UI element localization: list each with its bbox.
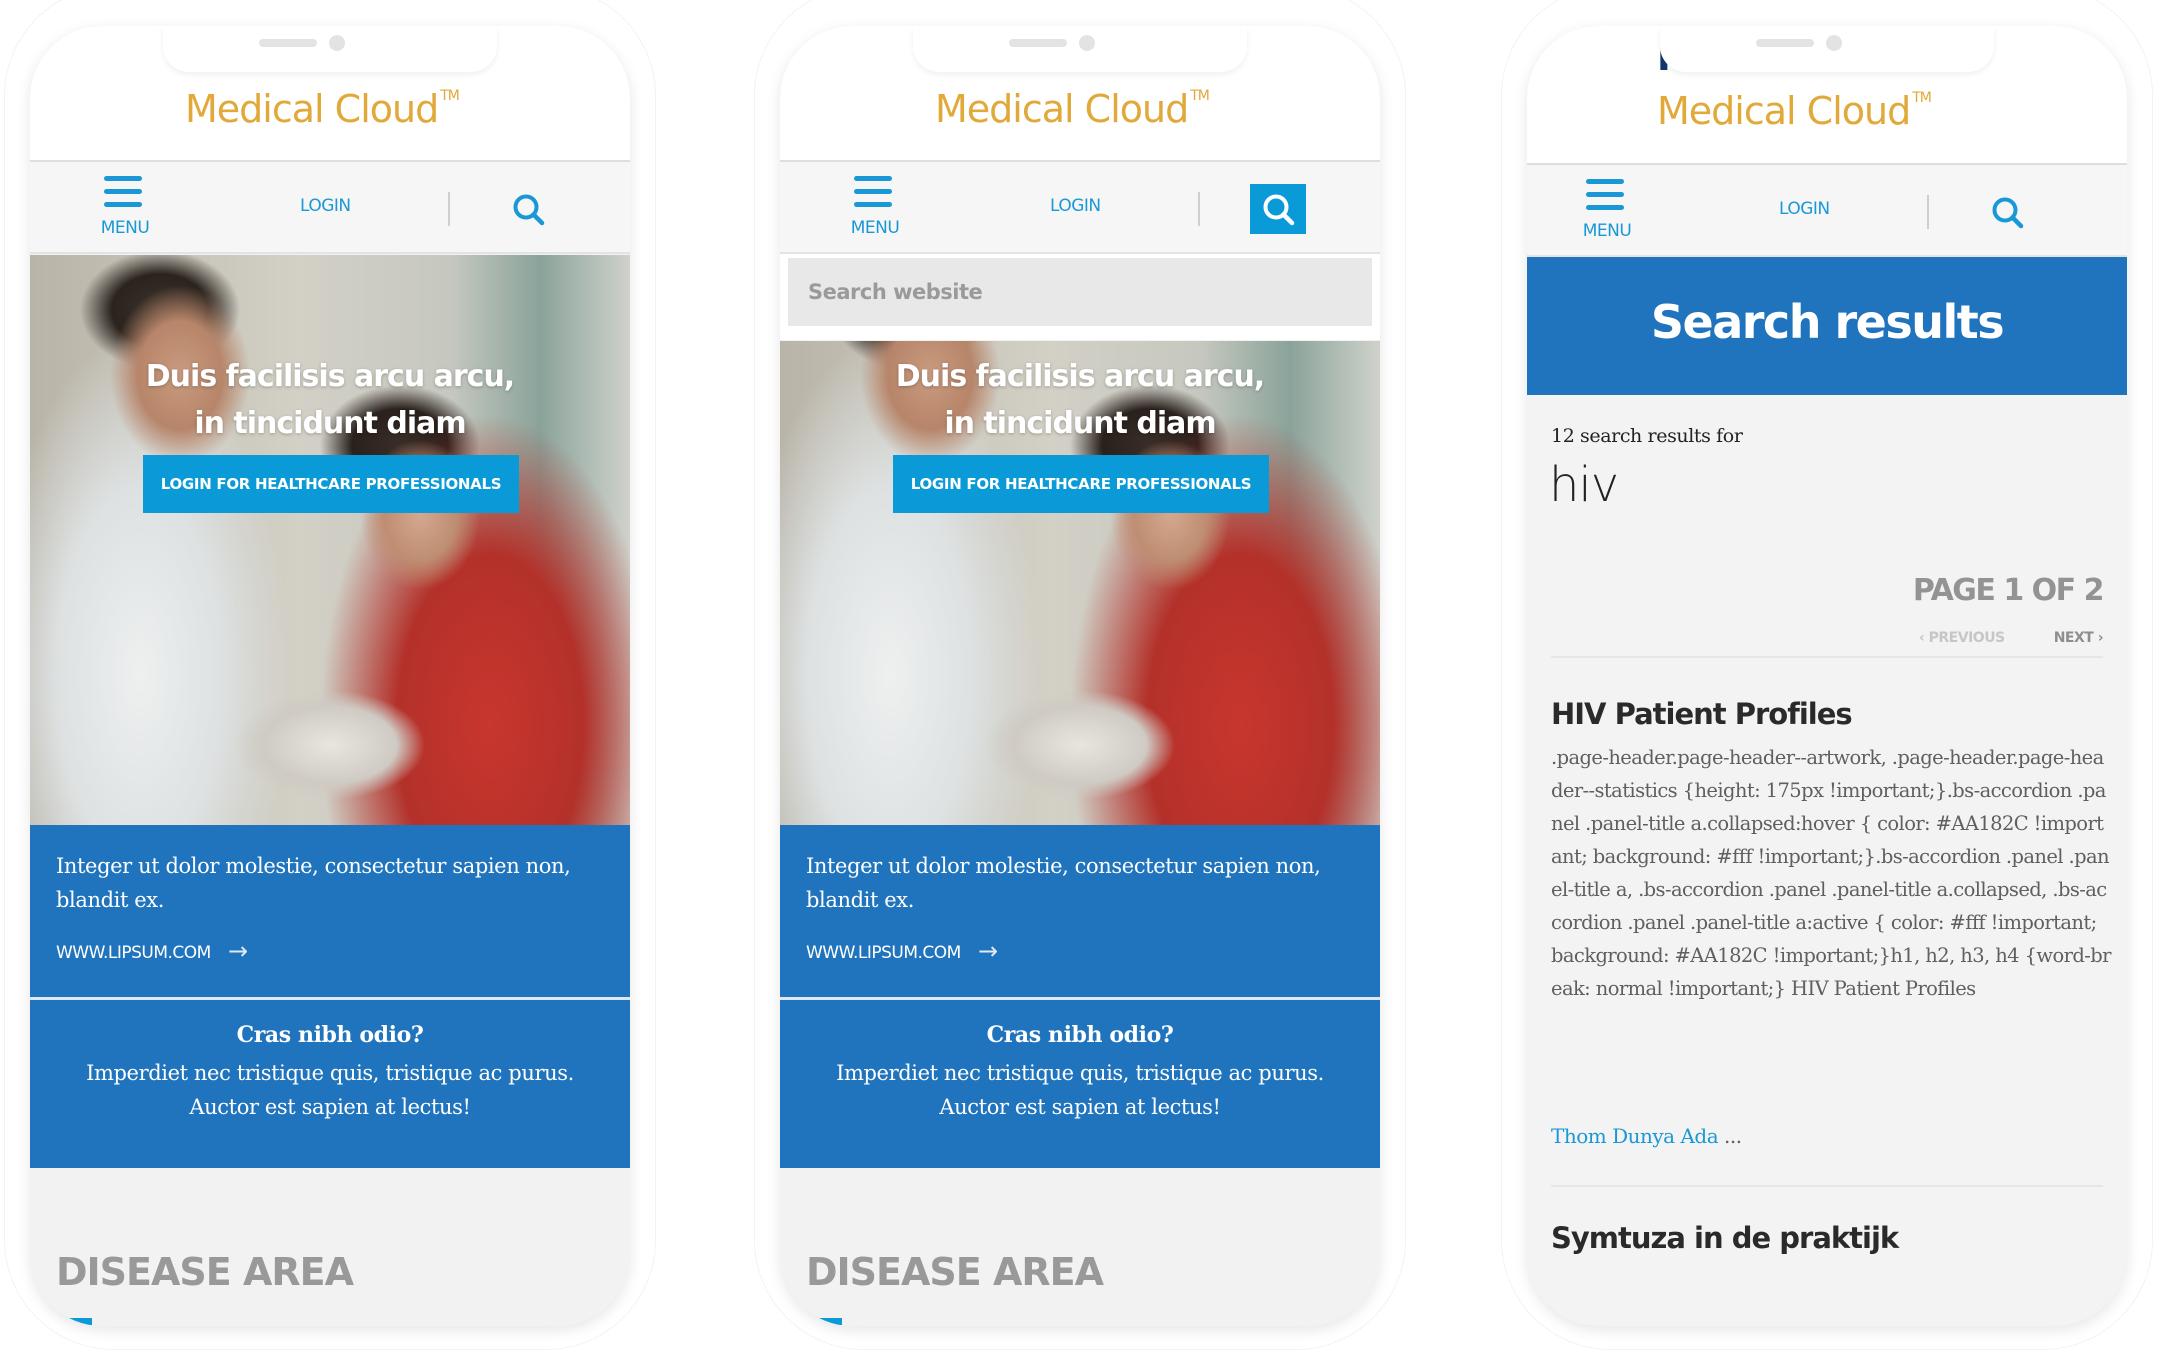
- disease-area-section: DISEASE AREA: [780, 1168, 1380, 1326]
- hero-banner: Duis facilisis arcu arcu, in tincidunt d…: [30, 255, 630, 825]
- logo-text: Medical Cloud: [1657, 89, 1911, 133]
- search-icon: [1263, 194, 1295, 226]
- front-camera: [1826, 35, 1842, 51]
- cta-block: Cras nibh odio? Imperdiet nec tristique …: [780, 1000, 1380, 1168]
- search-input[interactable]: [788, 258, 1372, 326]
- disease-area-title: DISEASE AREA: [56, 1250, 354, 1294]
- hero-photo-doctors: [30, 255, 630, 825]
- hamburger-icon: [104, 176, 142, 215]
- logo-medical-cloud: Medical Cloud TM: [1657, 76, 1932, 133]
- nav-bar: MENU LOGIN: [780, 162, 1380, 254]
- menu-label: MENU: [100, 218, 150, 238]
- phone-search-open: pharma Medical CloudTM MENU LOGIN Duis f…: [780, 26, 1380, 1326]
- hero-heading-line: in tincidunt diam: [944, 406, 1216, 441]
- menu-button[interactable]: MENU: [1572, 179, 1642, 245]
- speaker-grille: [1009, 39, 1067, 47]
- title-underline: [804, 1318, 842, 1325]
- result-title[interactable]: Symtuza in de praktijk: [1551, 1221, 1899, 1255]
- title-underline: [54, 1318, 92, 1325]
- promo-text: Integer ut dolor molestie, consectetur s…: [56, 854, 571, 912]
- next-page-link[interactable]: NEXT ›: [2054, 630, 2104, 646]
- result-author: Thom Dunya Ada ...: [1551, 1124, 1742, 1148]
- arrow-right-icon[interactable]: →: [228, 937, 248, 965]
- nav-bar: MENU LOGIN: [30, 162, 630, 254]
- promo-link[interactable]: WWW.LIPSUM.COM: [56, 943, 211, 963]
- trademark: TM: [1912, 90, 1932, 106]
- search-icon: [513, 194, 545, 226]
- logo-medical-cloud: Medical Cloud TM: [185, 74, 460, 131]
- results-count: 12 search results for: [1551, 425, 1743, 447]
- trademark: TM: [440, 88, 460, 104]
- logo-text: Medical Cloud: [935, 87, 1189, 131]
- cta-block: Cras nibh odio? Imperdiet nec tristique …: [30, 1000, 630, 1168]
- search-results-body: 12 search results for hiv PAGE 1 OF 2 ‹ …: [1527, 395, 2127, 1326]
- search-results-banner: Search results: [1527, 257, 2127, 395]
- menu-button[interactable]: MENU: [840, 176, 910, 242]
- previous-page-link[interactable]: ‹ PREVIOUS: [1919, 630, 2005, 646]
- result-title[interactable]: HIV Patient Profiles: [1551, 697, 1853, 731]
- phone-notch: [913, 26, 1247, 72]
- promo-block: Integer ut dolor molestie, consectetur s…: [30, 825, 630, 997]
- phone-search-results: pharma Medical CloudTM MENU LOGIN Search…: [1527, 26, 2127, 1326]
- phone-notch: [1660, 26, 1994, 72]
- search-button-active[interactable]: [1250, 184, 1306, 234]
- page-title: Search results: [1650, 295, 2005, 349]
- logo-text: Medical Cloud: [185, 87, 439, 131]
- hamburger-icon: [1586, 179, 1624, 218]
- disease-area-section: DISEASE AREA: [30, 1168, 630, 1326]
- page-indicator: PAGE 1 OF 2: [1912, 573, 2105, 608]
- divider: [1551, 1185, 2103, 1187]
- front-camera: [329, 35, 345, 51]
- hero-heading-line: Duis facilisis arcu arcu,: [145, 359, 515, 394]
- search-button[interactable]: [1979, 187, 2035, 237]
- cta-title: Cras nibh odio?: [986, 1022, 1174, 1048]
- login-healthcare-professionals-button[interactable]: LOGIN FOR HEALTHCARE PROFESSIONALS: [143, 455, 519, 513]
- search-query: hiv: [1549, 457, 1619, 513]
- disease-area-title: DISEASE AREA: [806, 1250, 1104, 1294]
- nav-divider: [1927, 195, 1929, 229]
- phone-home: pharma Medical CloudTM MENU LOGIN Duis f…: [30, 26, 630, 1326]
- menu-label: MENU: [1582, 221, 1632, 241]
- search-button[interactable]: [500, 184, 556, 234]
- hero-heading-line: Duis facilisis arcu arcu,: [895, 359, 1265, 394]
- divider: [1551, 656, 2103, 658]
- author-ellipsis: ...: [1718, 1124, 1742, 1148]
- author-link[interactable]: Thom Dunya Ada: [1551, 1124, 1719, 1148]
- promo-block: Integer ut dolor molestie, consectetur s…: [780, 825, 1380, 997]
- cta-text: Imperdiet nec tristique quis, tristique …: [86, 1061, 574, 1119]
- front-camera: [1079, 35, 1095, 51]
- result-snippet: .page-header.page-header--artwork, .page…: [1551, 746, 2111, 1000]
- promo-link[interactable]: WWW.LIPSUM.COM: [806, 943, 961, 963]
- nav-divider: [1198, 192, 1200, 226]
- trademark: TM: [1190, 88, 1210, 104]
- phone-notch: [163, 26, 497, 72]
- arrow-right-icon[interactable]: →: [978, 937, 998, 965]
- nav-divider: [448, 192, 450, 226]
- hamburger-icon: [854, 176, 892, 215]
- logo-medical-cloud: Medical Cloud TM: [935, 74, 1210, 131]
- promo-text: Integer ut dolor molestie, consectetur s…: [806, 854, 1321, 912]
- menu-label: MENU: [850, 218, 900, 238]
- cta-title: Cras nibh odio?: [236, 1022, 424, 1048]
- search-icon: [1992, 197, 2024, 229]
- search-panel: [780, 254, 1380, 340]
- login-link[interactable]: LOGIN: [1779, 199, 1830, 219]
- hero-banner: Duis facilisis arcu arcu, in tincidunt d…: [780, 341, 1380, 825]
- menu-button[interactable]: MENU: [90, 176, 160, 242]
- speaker-grille: [1756, 39, 1814, 47]
- speaker-grille: [259, 39, 317, 47]
- login-healthcare-professionals-button[interactable]: LOGIN FOR HEALTHCARE PROFESSIONALS: [893, 455, 1269, 513]
- login-link[interactable]: LOGIN: [1050, 196, 1101, 216]
- login-link[interactable]: LOGIN: [300, 196, 351, 216]
- nav-bar: MENU LOGIN: [1527, 165, 2127, 257]
- hero-heading-line: in tincidunt diam: [194, 406, 466, 441]
- cta-text: Imperdiet nec tristique quis, tristique …: [836, 1061, 1324, 1119]
